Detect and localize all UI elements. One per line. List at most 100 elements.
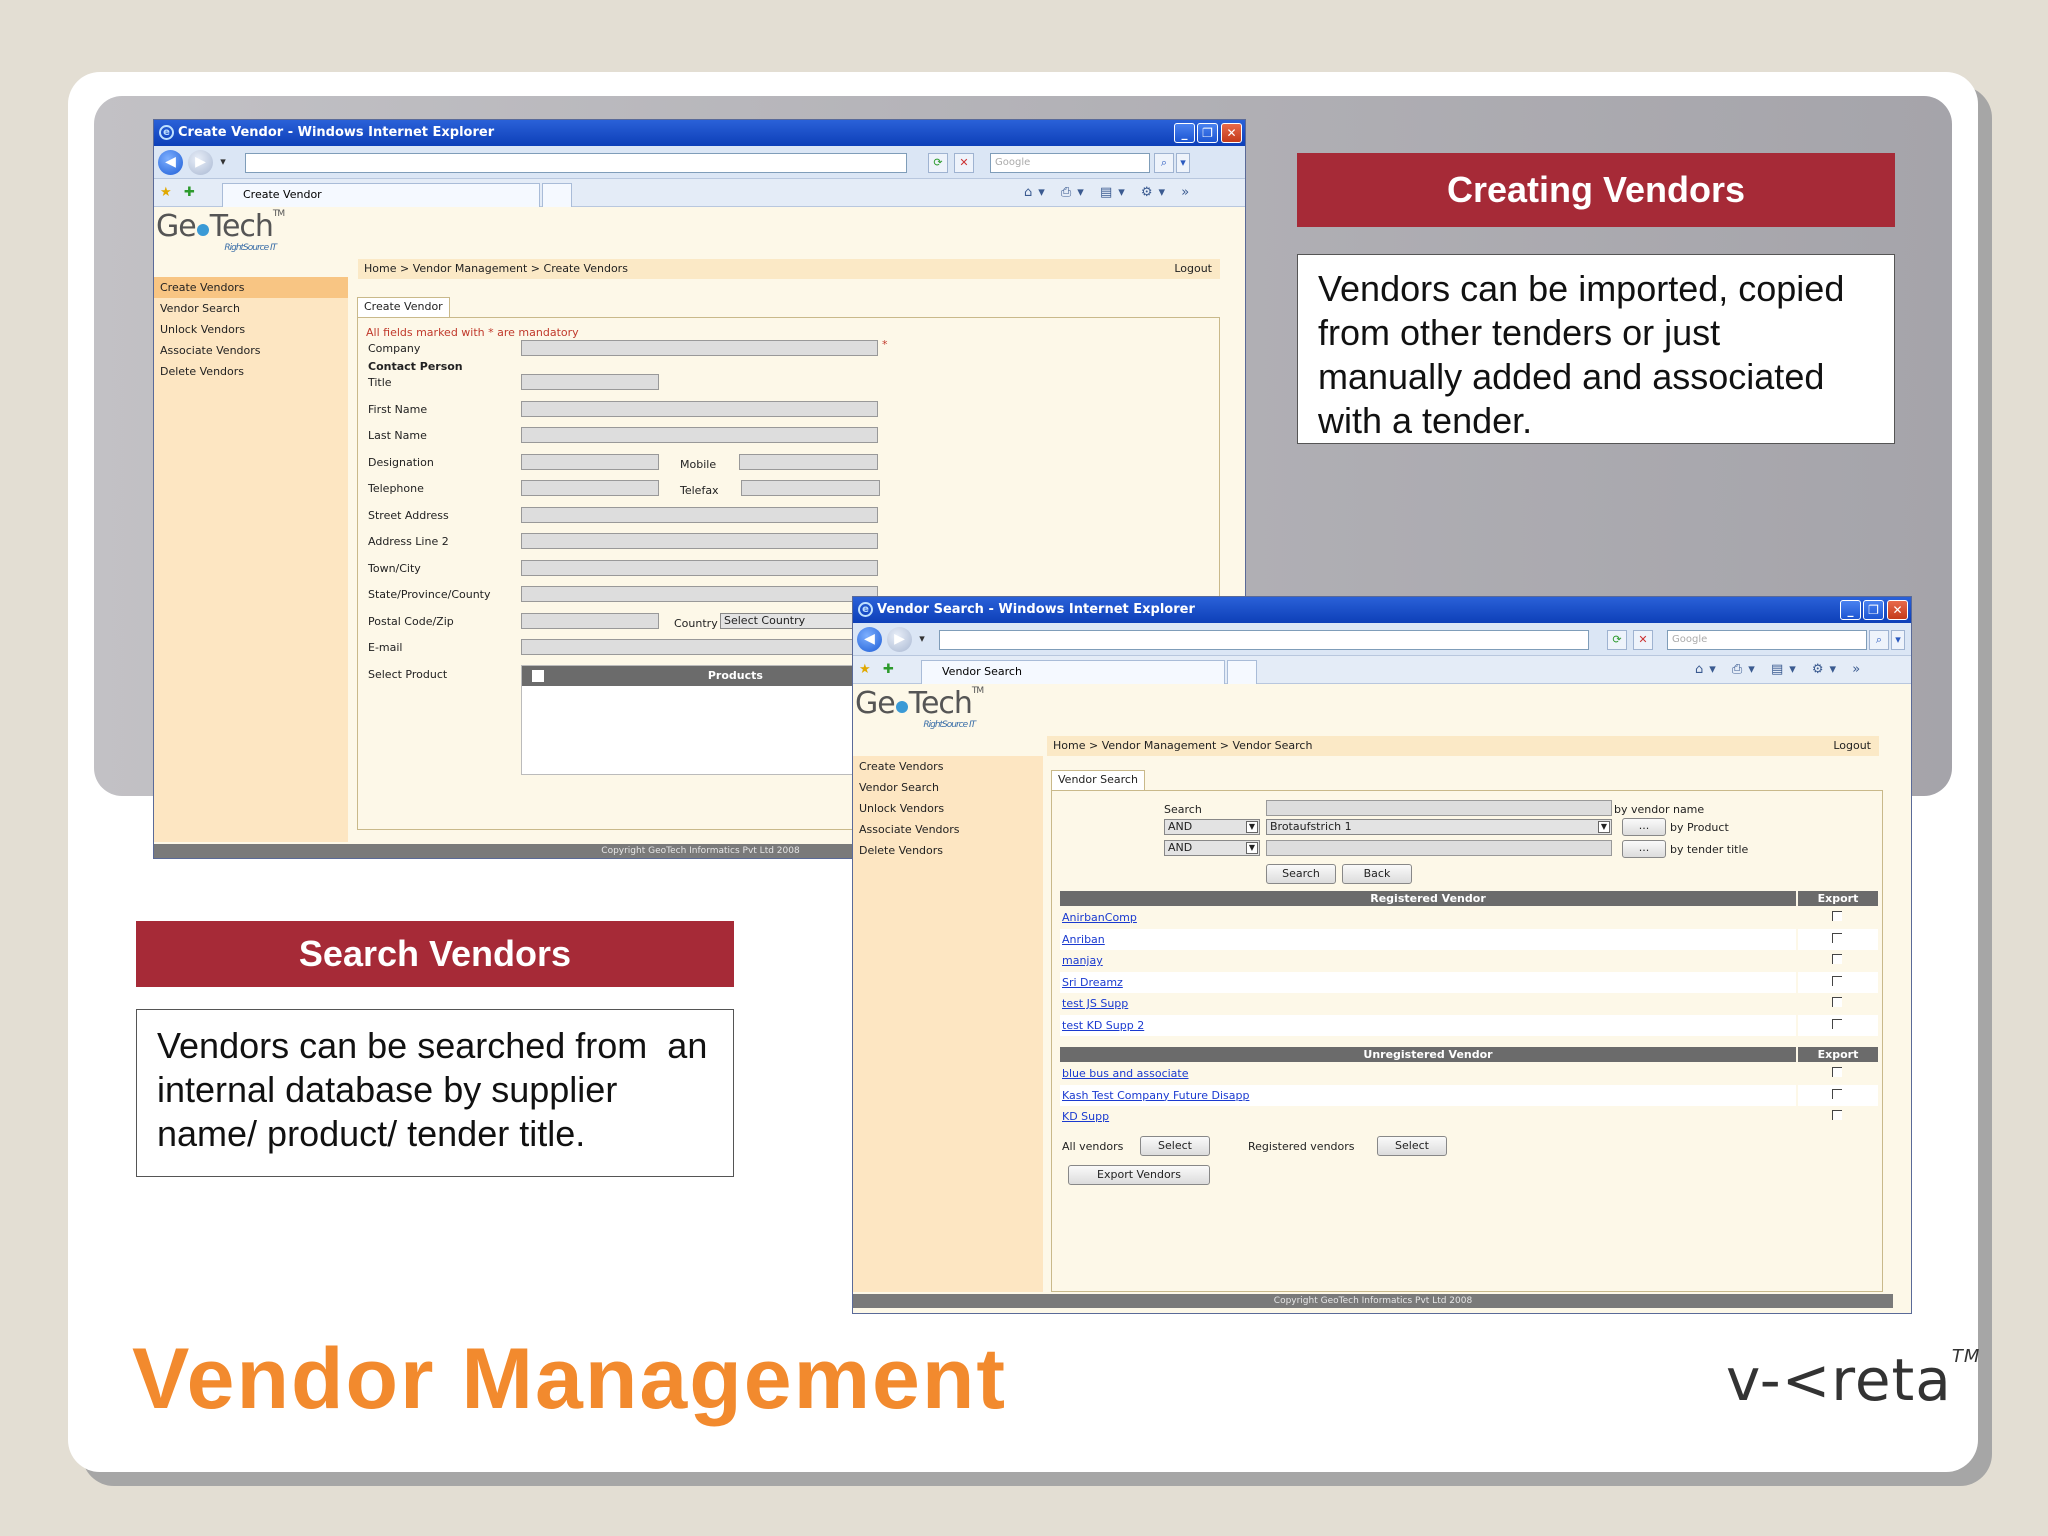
registered-vendor-export-checkbox[interactable] [1832,975,1842,986]
first-name-input[interactable] [521,401,878,417]
sidebar-item-associate-vendors[interactable]: Associate Vendors [853,819,1043,840]
operator-select-1[interactable]: AND ▼ [1164,819,1260,835]
logout-link[interactable]: Logout [1833,736,1871,756]
back-nav-button[interactable]: ◀ [857,627,882,652]
add-favorites-icon[interactable]: ✚ [184,185,201,200]
telefax-input[interactable] [741,480,880,496]
registered-vendor-row[interactable]: test KD Supp 2 [1060,1014,1796,1036]
tender-browse-button[interactable]: ... [1622,840,1666,858]
mobile-input[interactable] [739,454,878,470]
products-box: Products [521,665,878,775]
sidebar-item-vendor-search[interactable]: Vendor Search [154,298,348,319]
history-dropdown[interactable]: ▾ [915,630,929,650]
email-input[interactable] [521,639,878,655]
street-address-input[interactable] [521,507,878,523]
registered-vendor-export-checkbox[interactable] [1832,997,1842,1007]
state-input[interactable] [521,586,878,602]
unregistered-vendor-row[interactable]: Kash Test Company Future Disapp [1060,1084,1796,1106]
stop-icon[interactable]: ✕ [1633,630,1653,650]
logout-link[interactable]: Logout [1174,259,1212,279]
telephone-input[interactable] [521,480,659,496]
logo-subtitle: RightSource IT [923,720,976,730]
registered-vendor-export-checkbox[interactable] [1832,954,1842,964]
forward-nav-button[interactable]: ▶ [188,150,213,175]
product-browse-button[interactable]: ... [1622,818,1666,836]
history-dropdown[interactable]: ▾ [216,153,230,173]
refresh-icon[interactable]: ⟳ [928,153,948,173]
sidebar-item-create-vendors[interactable]: Create Vendors [154,277,348,298]
sidebar-item-associate-vendors[interactable]: Associate Vendors [154,340,348,361]
new-tab-button[interactable] [1227,660,1257,684]
new-tab-button[interactable] [542,183,572,207]
favorites-star-icon[interactable]: ★ [160,185,178,200]
add-favorites-icon[interactable]: ✚ [883,662,900,677]
geotech-logo: Ge TechTM RightSource IT [156,209,285,253]
address-line-2-input[interactable] [521,533,878,549]
designation-input[interactable] [521,454,659,470]
products-select-all-checkbox[interactable] [532,670,544,682]
registered-vendor-export-checkbox[interactable] [1832,1018,1842,1029]
sidebar-item-vendor-search[interactable]: Vendor Search [853,777,1043,798]
unregistered-vendor-export-checkbox[interactable] [1832,1110,1842,1120]
export-vendors-button[interactable]: Export Vendors [1068,1165,1210,1185]
sidebar-item-delete-vendors[interactable]: Delete Vendors [853,840,1043,861]
search-options-icon[interactable]: ▾ [1891,630,1905,650]
favorites-star-icon[interactable]: ★ [859,662,877,677]
tab-vendor-search-form[interactable]: Vendor Search [1051,770,1145,790]
select-all-vendors-button[interactable]: Select [1140,1136,1210,1156]
title-input[interactable] [521,374,659,390]
close-button[interactable]: ✕ [1887,600,1908,620]
registered-vendor-export-checkbox[interactable] [1832,911,1842,921]
product-select[interactable]: Brotaufstrich 1 ▼ [1266,819,1612,835]
minimize-button[interactable]: _ [1840,600,1861,620]
minimize-button[interactable]: _ [1174,123,1195,143]
slide-title: Vendor Management [132,1331,1008,1427]
search-input[interactable]: Google [990,153,1150,173]
toolbar-icons[interactable]: ⌂▾ ⎙▾ ▤▾ ⚙▾ » [1024,185,1195,200]
url-input[interactable] [939,630,1589,650]
sidebar-item-create-vendors[interactable]: Create Vendors [853,756,1043,777]
last-name-input[interactable] [521,427,878,443]
registered-vendor-export-checkbox[interactable] [1832,932,1842,943]
tab-bar: ★ ✚ Vendor Search ⌂▾ ⎙▾ ▤▾ ⚙▾ » [853,656,1911,684]
sidebar-item-unlock-vendors[interactable]: Unlock Vendors [154,319,348,340]
sidebar-item-delete-vendors[interactable]: Delete Vendors [154,361,348,382]
postal-code-input[interactable] [521,613,659,629]
search-input[interactable]: Google [1667,630,1867,650]
town-city-input[interactable] [521,560,878,576]
forward-nav-button[interactable]: ▶ [887,627,912,652]
stop-icon[interactable]: ✕ [954,153,974,173]
registered-vendor-row[interactable]: test JS Supp [1060,993,1796,1014]
search-options-icon[interactable]: ▾ [1176,153,1190,173]
unregistered-vendor-row[interactable]: blue bus and associate [1060,1063,1796,1084]
company-input[interactable] [521,340,878,356]
restore-button[interactable]: ❐ [1197,123,1218,143]
select-registered-vendors-button[interactable]: Select [1377,1136,1447,1156]
back-button[interactable]: Back [1342,864,1412,884]
tender-title-input[interactable] [1266,840,1612,856]
registered-vendor-row[interactable]: Anriban [1060,928,1796,950]
url-input[interactable] [245,153,907,173]
vendor-name-input[interactable] [1266,800,1612,816]
registered-vendor-row[interactable]: AnirbanComp [1060,907,1796,928]
restore-button[interactable]: ❐ [1863,600,1884,620]
search-icon[interactable]: ⌕ [1154,153,1174,173]
unregistered-vendor-row[interactable]: KD Supp [1060,1106,1796,1127]
unregistered-vendor-export-checkbox[interactable] [1832,1067,1842,1077]
tab-vendor-search[interactable]: Vendor Search [921,660,1225,684]
operator-select-2[interactable]: AND ▼ [1164,840,1260,856]
registered-vendor-row[interactable]: Sri Dreamz [1060,971,1796,993]
tab-create-vendor[interactable]: Create Vendor [222,183,540,207]
refresh-icon[interactable]: ⟳ [1607,630,1627,650]
close-button[interactable]: ✕ [1221,123,1242,143]
unregistered-vendor-export-checkbox[interactable] [1832,1088,1842,1099]
registered-vendor-row[interactable]: manjay [1060,950,1796,971]
tab-create-vendor-form[interactable]: Create Vendor [357,297,450,317]
operator-select-2-value: AND [1168,841,1193,854]
sidebar-item-unlock-vendors[interactable]: Unlock Vendors [853,798,1043,819]
search-icon[interactable]: ⌕ [1869,630,1889,650]
toolbar-icons[interactable]: ⌂▾ ⎙▾ ▤▾ ⚙▾ » [1695,662,1866,677]
search-button[interactable]: Search [1266,864,1336,884]
label-all-vendors: All vendors [1062,1140,1124,1153]
back-nav-button[interactable]: ◀ [158,150,183,175]
